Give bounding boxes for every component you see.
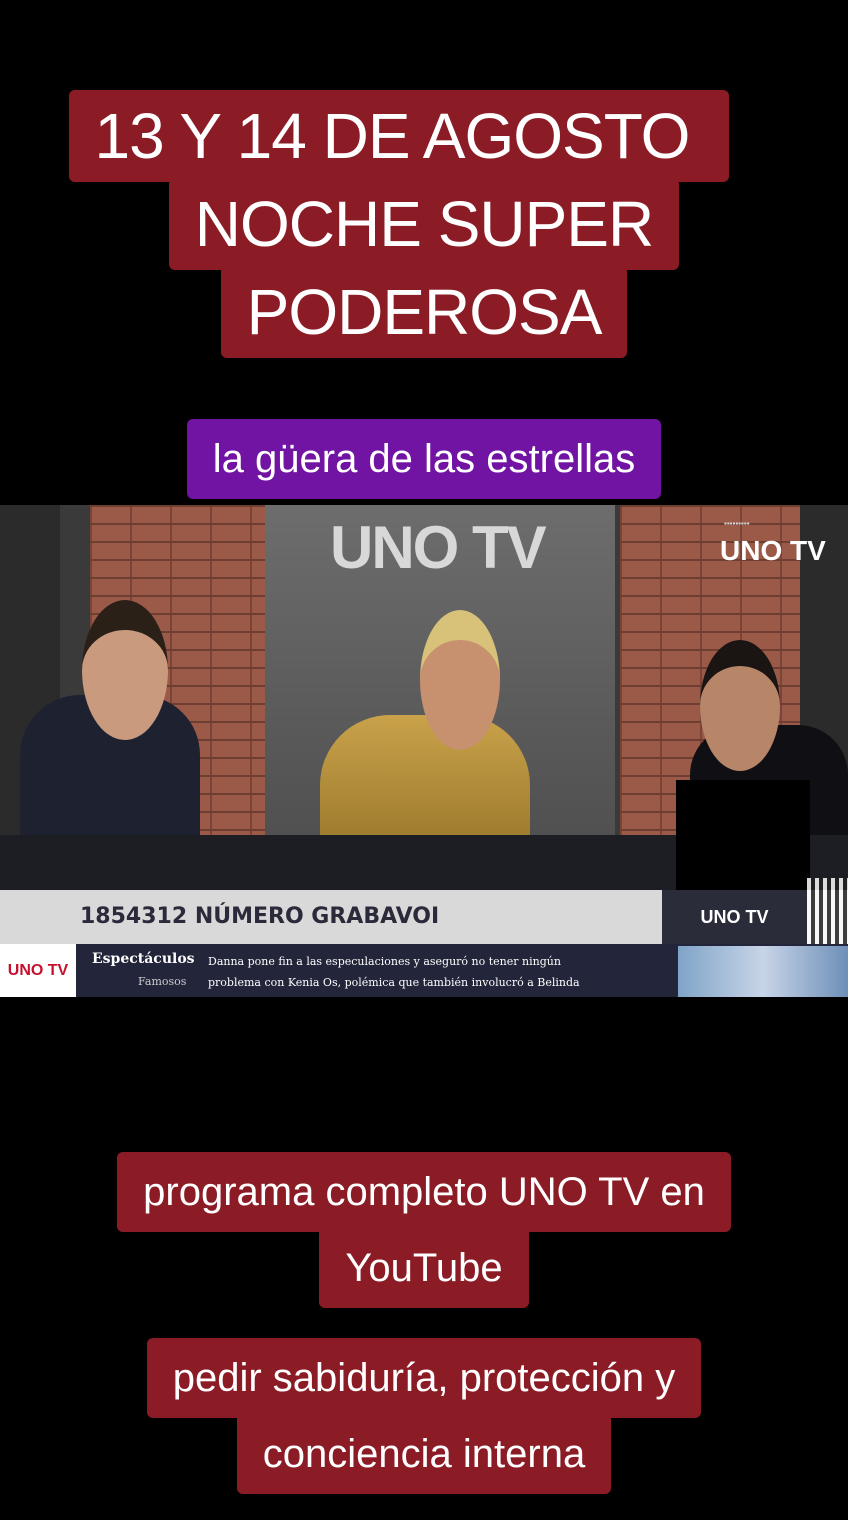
news-subsection: Famosos xyxy=(138,975,187,988)
subtitle-caption: la güera de las estrellas xyxy=(0,419,848,499)
host-right-head xyxy=(700,640,780,771)
wisdom-caption-line-2: conciencia interna xyxy=(236,1414,612,1494)
news-ticker-logo: UNO TV xyxy=(0,944,76,997)
youtube-caption-line-1: programa completo UNO TV en xyxy=(117,1152,731,1232)
corner-logo: UNO TV xyxy=(720,535,826,566)
youtube-caption-line-2: YouTube xyxy=(319,1228,529,1308)
subtitle-text: la güera de las estrellas xyxy=(186,419,662,499)
wisdom-caption-line-1: pedir sabiduría, protección y xyxy=(146,1338,702,1418)
guest-center-head xyxy=(420,610,500,750)
video-frame[interactable]: UNO TV ▪▪▪▪▪▪▪▪▪ UNO TV 1854312 NÚMERO G… xyxy=(0,505,848,997)
ticker-logo: UNO TV xyxy=(662,890,807,944)
youtube-caption: programa completo UNO TV en YouTube xyxy=(0,1152,848,1308)
news-thumbnail xyxy=(678,946,848,997)
wisdom-caption: pedir sabiduría, protección y conciencia… xyxy=(0,1338,848,1494)
title-line-2: NOCHE SUPER xyxy=(168,178,680,270)
news-headline: Danna pone fin a las especulaciones y as… xyxy=(208,951,668,993)
title-caption: 13 Y 14 DE AGOSTO NOCHE SUPER PODEROSA xyxy=(0,90,848,358)
news-section: Espectáculos xyxy=(92,951,195,967)
broadcast-tag: ▪▪▪▪▪▪▪▪▪ xyxy=(724,519,750,528)
news-headline-line-2: problema con Kenia Os, polémica que tamb… xyxy=(208,976,580,989)
news-headline-line-1: Danna pone fin a las especulaciones y as… xyxy=(208,955,561,968)
wall-logo: UNO TV xyxy=(330,514,547,581)
qr-code-icon xyxy=(807,878,848,944)
title-line-1: 13 Y 14 DE AGOSTO xyxy=(68,90,730,182)
title-line-3: PODEROSA xyxy=(220,266,628,358)
ticker-number-text: 1854312 NÚMERO GRABAVOI xyxy=(80,904,440,929)
host-left-head xyxy=(82,600,168,740)
